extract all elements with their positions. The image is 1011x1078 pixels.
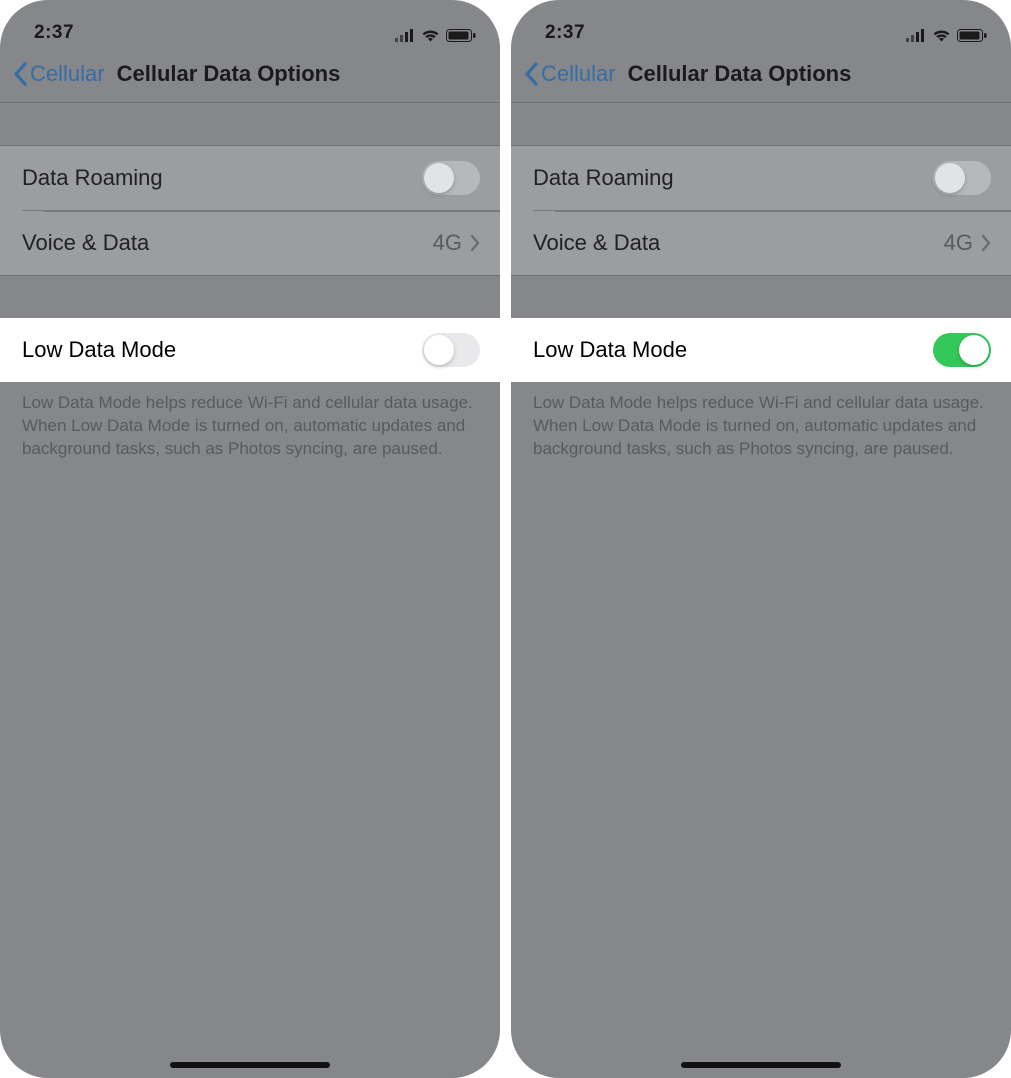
back-button[interactable]: Cellular <box>8 57 109 91</box>
row-value: 4G <box>433 230 462 256</box>
screenshot-right: 2:37 Cellular Cellular D <box>511 0 1011 1078</box>
section-gap <box>511 103 1011 145</box>
row-data-roaming[interactable]: Data Roaming <box>0 146 500 210</box>
settings-group-1: Data Roaming Voice & Data 4G <box>0 145 500 276</box>
nav-bar: Cellular Cellular Data Options <box>511 46 1011 103</box>
row-label: Low Data Mode <box>533 337 933 363</box>
row-low-data-mode[interactable]: Low Data Mode <box>0 318 500 382</box>
footer-text: Low Data Mode helps reduce Wi-Fi and cel… <box>511 382 1011 461</box>
wifi-icon <box>932 29 951 42</box>
low-data-mode-toggle[interactable] <box>422 333 480 367</box>
page-title: Cellular Data Options <box>117 61 341 87</box>
row-label: Voice & Data <box>533 230 944 256</box>
row-label: Voice & Data <box>22 230 433 256</box>
row-label: Data Roaming <box>533 165 933 191</box>
row-data-roaming[interactable]: Data Roaming <box>511 146 1011 210</box>
chevron-right-icon <box>470 234 480 252</box>
row-value: 4G <box>944 230 973 256</box>
battery-icon <box>957 29 987 42</box>
section-gap <box>511 276 1011 318</box>
status-time: 2:37 <box>34 22 74 44</box>
screenshot-left: 2:37 Cellular Cellular D <box>0 0 500 1078</box>
low-data-mode-toggle[interactable] <box>933 333 991 367</box>
page-title: Cellular Data Options <box>628 61 852 87</box>
cellular-icon <box>906 29 926 42</box>
chevron-left-icon <box>12 62 28 86</box>
settings-group-1: Data Roaming Voice & Data 4G <box>511 145 1011 276</box>
data-roaming-toggle[interactable] <box>933 161 991 195</box>
settings-group-2: Low Data Mode <box>511 318 1011 382</box>
row-label: Low Data Mode <box>22 337 422 363</box>
row-low-data-mode[interactable]: Low Data Mode <box>511 318 1011 382</box>
status-icons <box>906 29 987 44</box>
section-gap <box>0 103 500 145</box>
data-roaming-toggle[interactable] <box>422 161 480 195</box>
status-bar: 2:37 <box>511 0 1011 46</box>
status-bar: 2:37 <box>0 0 500 46</box>
status-time: 2:37 <box>545 22 585 44</box>
battery-icon <box>446 29 476 42</box>
cellular-icon <box>395 29 415 42</box>
home-indicator[interactable] <box>681 1062 841 1068</box>
chevron-right-icon <box>981 234 991 252</box>
back-label: Cellular <box>541 61 616 87</box>
row-label: Data Roaming <box>22 165 422 191</box>
chevron-left-icon <box>523 62 539 86</box>
back-button[interactable]: Cellular <box>519 57 620 91</box>
section-gap <box>0 276 500 318</box>
settings-group-2: Low Data Mode <box>0 318 500 382</box>
home-indicator[interactable] <box>170 1062 330 1068</box>
nav-bar: Cellular Cellular Data Options <box>0 46 500 103</box>
status-icons <box>395 29 476 44</box>
wifi-icon <box>421 29 440 42</box>
back-label: Cellular <box>30 61 105 87</box>
footer-text: Low Data Mode helps reduce Wi-Fi and cel… <box>0 382 500 461</box>
row-voice-data[interactable]: Voice & Data 4G <box>533 210 1011 275</box>
row-voice-data[interactable]: Voice & Data 4G <box>22 210 500 275</box>
